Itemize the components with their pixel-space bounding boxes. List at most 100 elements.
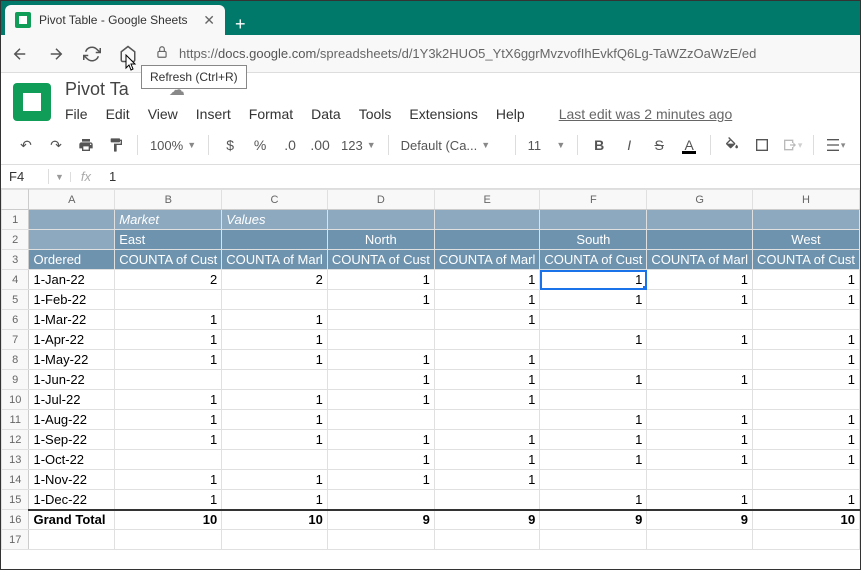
menu-edit[interactable]: Edit	[106, 106, 130, 122]
name-box[interactable]: F4	[1, 169, 49, 184]
col-header[interactable]: C	[222, 190, 328, 210]
sheets-logo-icon[interactable]	[13, 83, 51, 121]
cell[interactable]: 1	[434, 270, 540, 290]
cell[interactable]: 1	[752, 430, 859, 450]
borders-icon[interactable]	[749, 132, 775, 158]
row-header[interactable]: 7	[2, 330, 29, 350]
cell[interactable]: 1-Mar-22	[29, 310, 115, 330]
cell[interactable]: 1	[115, 430, 222, 450]
cell[interactable]: 1	[540, 450, 647, 470]
doc-title[interactable]: Pivot Ta	[65, 79, 129, 100]
row-header[interactable]: 14	[2, 470, 29, 490]
zoom-select[interactable]: 100% ▼	[146, 138, 200, 153]
cell[interactable]: 1	[327, 370, 434, 390]
cell[interactable]: 1	[752, 370, 859, 390]
cell[interactable]: 1	[222, 470, 328, 490]
cell[interactable]	[29, 230, 115, 250]
cell[interactable]: COUNTA of Cust	[115, 250, 222, 270]
cell[interactable]: 1	[647, 430, 753, 450]
cell[interactable]: 1	[222, 350, 328, 370]
cell[interactable]	[327, 490, 434, 510]
cell[interactable]	[647, 310, 753, 330]
cell[interactable]: 9	[434, 510, 540, 530]
cell[interactable]: 1	[540, 370, 647, 390]
cell[interactable]: 1-Jul-22	[29, 390, 115, 410]
cell[interactable]: 10	[752, 510, 859, 530]
cell[interactable]	[327, 330, 434, 350]
cell[interactable]	[115, 290, 222, 310]
cell[interactable]: 1	[752, 490, 859, 510]
font-select[interactable]: Default (Ca... ▼	[397, 138, 507, 153]
cell[interactable]: COUNTA of Cust	[752, 250, 859, 270]
row-header[interactable]: 12	[2, 430, 29, 450]
menu-extensions[interactable]: Extensions	[409, 106, 477, 122]
cell[interactable]: 1	[434, 470, 540, 490]
cell[interactable]: 1	[327, 290, 434, 310]
cell[interactable]: 1	[327, 390, 434, 410]
print-icon[interactable]	[73, 132, 99, 158]
cell[interactable]: 1	[647, 370, 753, 390]
increase-decimal-icon[interactable]: .00	[307, 132, 333, 158]
cell[interactable]: COUNTA of Marl	[222, 250, 328, 270]
cell[interactable]: 1	[115, 490, 222, 510]
cell[interactable]: 2	[222, 270, 328, 290]
close-tab-icon[interactable]: ✕	[203, 12, 215, 29]
cell[interactable]	[540, 210, 647, 230]
menu-data[interactable]: Data	[311, 106, 341, 122]
cell[interactable]	[222, 370, 328, 390]
decrease-decimal-icon[interactable]: .0	[277, 132, 303, 158]
text-color-icon[interactable]: A	[676, 132, 702, 158]
cell[interactable]: Values	[222, 210, 328, 230]
cell[interactable]: COUNTA of Marl	[434, 250, 540, 270]
cell[interactable]: 1-Jun-22	[29, 370, 115, 390]
col-header[interactable]: E	[434, 190, 540, 210]
cell[interactable]: 1-Sep-22	[29, 430, 115, 450]
cell[interactable]: 1	[115, 350, 222, 370]
merge-icon[interactable]: ▾	[779, 132, 805, 158]
cell[interactable]: 1	[540, 430, 647, 450]
cell[interactable]: 1	[115, 310, 222, 330]
italic-icon[interactable]: I	[616, 132, 642, 158]
cell[interactable]: 1	[222, 330, 328, 350]
browser-tab[interactable]: Pivot Table - Google Sheets ✕	[5, 5, 225, 35]
url-bar[interactable]: https://docs.google.com/spreadsheets/d/1…	[155, 45, 850, 62]
cell[interactable]: 1	[222, 490, 328, 510]
cell[interactable]: 1	[222, 410, 328, 430]
cell[interactable]: West	[752, 230, 859, 250]
cell[interactable]: 1	[647, 450, 753, 470]
cell[interactable]: 9	[327, 510, 434, 530]
cell[interactable]	[752, 390, 859, 410]
cell[interactable]: 1	[327, 350, 434, 370]
row-header[interactable]: 1	[2, 210, 29, 230]
select-all-corner[interactable]	[2, 190, 29, 210]
cell[interactable]	[540, 470, 647, 490]
cell[interactable]	[222, 450, 328, 470]
cell[interactable]: 1	[434, 390, 540, 410]
redo-icon[interactable]: ↷	[43, 132, 69, 158]
col-header[interactable]: D	[327, 190, 434, 210]
row-header[interactable]: 8	[2, 350, 29, 370]
cell[interactable]	[327, 210, 434, 230]
row-header[interactable]: 3	[2, 250, 29, 270]
cell[interactable]	[647, 230, 753, 250]
cell[interactable]: 1-Apr-22	[29, 330, 115, 350]
bold-icon[interactable]: B	[586, 132, 612, 158]
strike-icon[interactable]: S	[646, 132, 672, 158]
cell[interactable]: North	[327, 230, 434, 250]
cell[interactable]: 1-Oct-22	[29, 450, 115, 470]
undo-icon[interactable]: ↶	[13, 132, 39, 158]
row-header[interactable]: 5	[2, 290, 29, 310]
name-box-dropdown[interactable]: ▼	[49, 172, 71, 182]
cell[interactable]: 1	[434, 350, 540, 370]
cell[interactable]: 9	[647, 510, 753, 530]
cell[interactable]: 1	[115, 390, 222, 410]
forward-icon[interactable]	[47, 45, 65, 63]
spreadsheet-grid[interactable]: A B C D E F G H 1 Market Values 2 East N…	[1, 189, 860, 550]
cell[interactable]	[222, 230, 328, 250]
cell[interactable]: 1	[327, 430, 434, 450]
currency-icon[interactable]: $	[217, 132, 243, 158]
cell[interactable]: 1	[540, 490, 647, 510]
cell[interactable]	[540, 350, 647, 370]
cell[interactable]	[327, 410, 434, 430]
formula-value[interactable]: 1	[101, 169, 124, 184]
